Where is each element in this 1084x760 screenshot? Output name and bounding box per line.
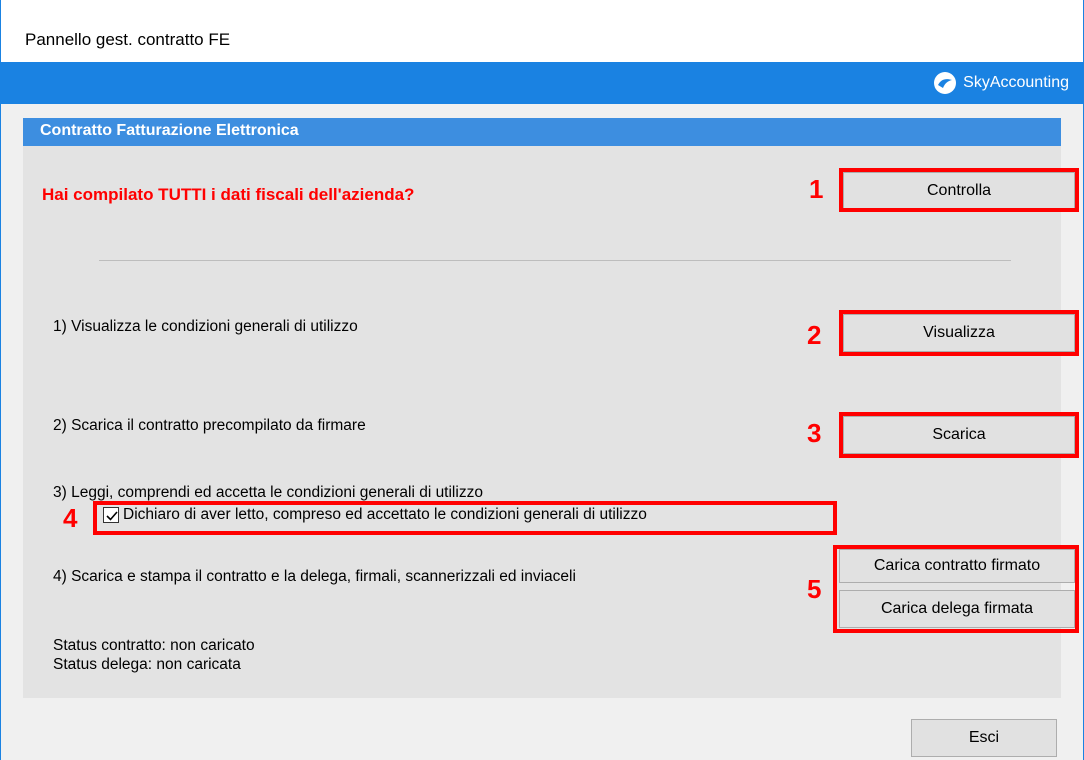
visualizza-button[interactable]: Visualizza <box>843 314 1075 352</box>
separator <box>99 260 1011 261</box>
carica-delega-button[interactable]: Carica delega firmata <box>839 590 1075 628</box>
esci-button[interactable]: Esci <box>911 719 1057 757</box>
app-window: Pannello gest. contratto FE SkyAccountin… <box>0 0 1084 760</box>
accept-conditions-label: Dichiaro di aver letto, compreso ed acce… <box>123 506 647 523</box>
step-1-text: 1) Visualizza le condizioni generali di … <box>53 318 358 335</box>
status-contract: Status contratto: non caricato <box>53 637 255 654</box>
checkmark-icon <box>106 511 118 521</box>
annotation-number-4: 4 <box>63 503 78 533</box>
panel-header: Contratto Fatturazione Elettronica <box>23 118 1061 146</box>
panel-title: Contratto Fatturazione Elettronica <box>40 122 299 139</box>
accept-conditions-checkbox[interactable] <box>103 507 119 523</box>
scarica-button[interactable]: Scarica <box>843 416 1075 454</box>
accept-conditions-row[interactable]: Dichiaro di aver letto, compreso ed acce… <box>103 506 647 524</box>
skyaccounting-logo-icon <box>934 72 957 94</box>
carica-contratto-button[interactable]: Carica contratto firmato <box>839 549 1075 583</box>
fiscal-data-question: Hai compilato TUTTI i dati fiscali dell'… <box>42 185 415 204</box>
step-4-text: 4) Scarica e stampa il contratto e la de… <box>53 568 576 585</box>
annotation-number-3: 3 <box>807 418 822 448</box>
brand: SkyAccounting <box>933 71 1069 95</box>
brand-bar: SkyAccounting <box>1 62 1083 104</box>
status-delegation: Status delega: non caricata <box>53 656 241 673</box>
controlla-button[interactable]: Controlla <box>843 172 1075 210</box>
brand-name: SkyAccounting <box>963 74 1069 91</box>
title-bar: Pannello gest. contratto FE <box>1 0 1083 62</box>
annotation-number-1: 1 <box>809 174 824 204</box>
step-3-text: 3) Leggi, comprendi ed accetta le condiz… <box>53 484 483 501</box>
window-title: Pannello gest. contratto FE <box>25 30 231 49</box>
annotation-number-5: 5 <box>807 574 822 604</box>
annotation-number-2: 2 <box>807 320 822 350</box>
step-2-text: 2) Scarica il contratto precompilato da … <box>53 417 366 434</box>
